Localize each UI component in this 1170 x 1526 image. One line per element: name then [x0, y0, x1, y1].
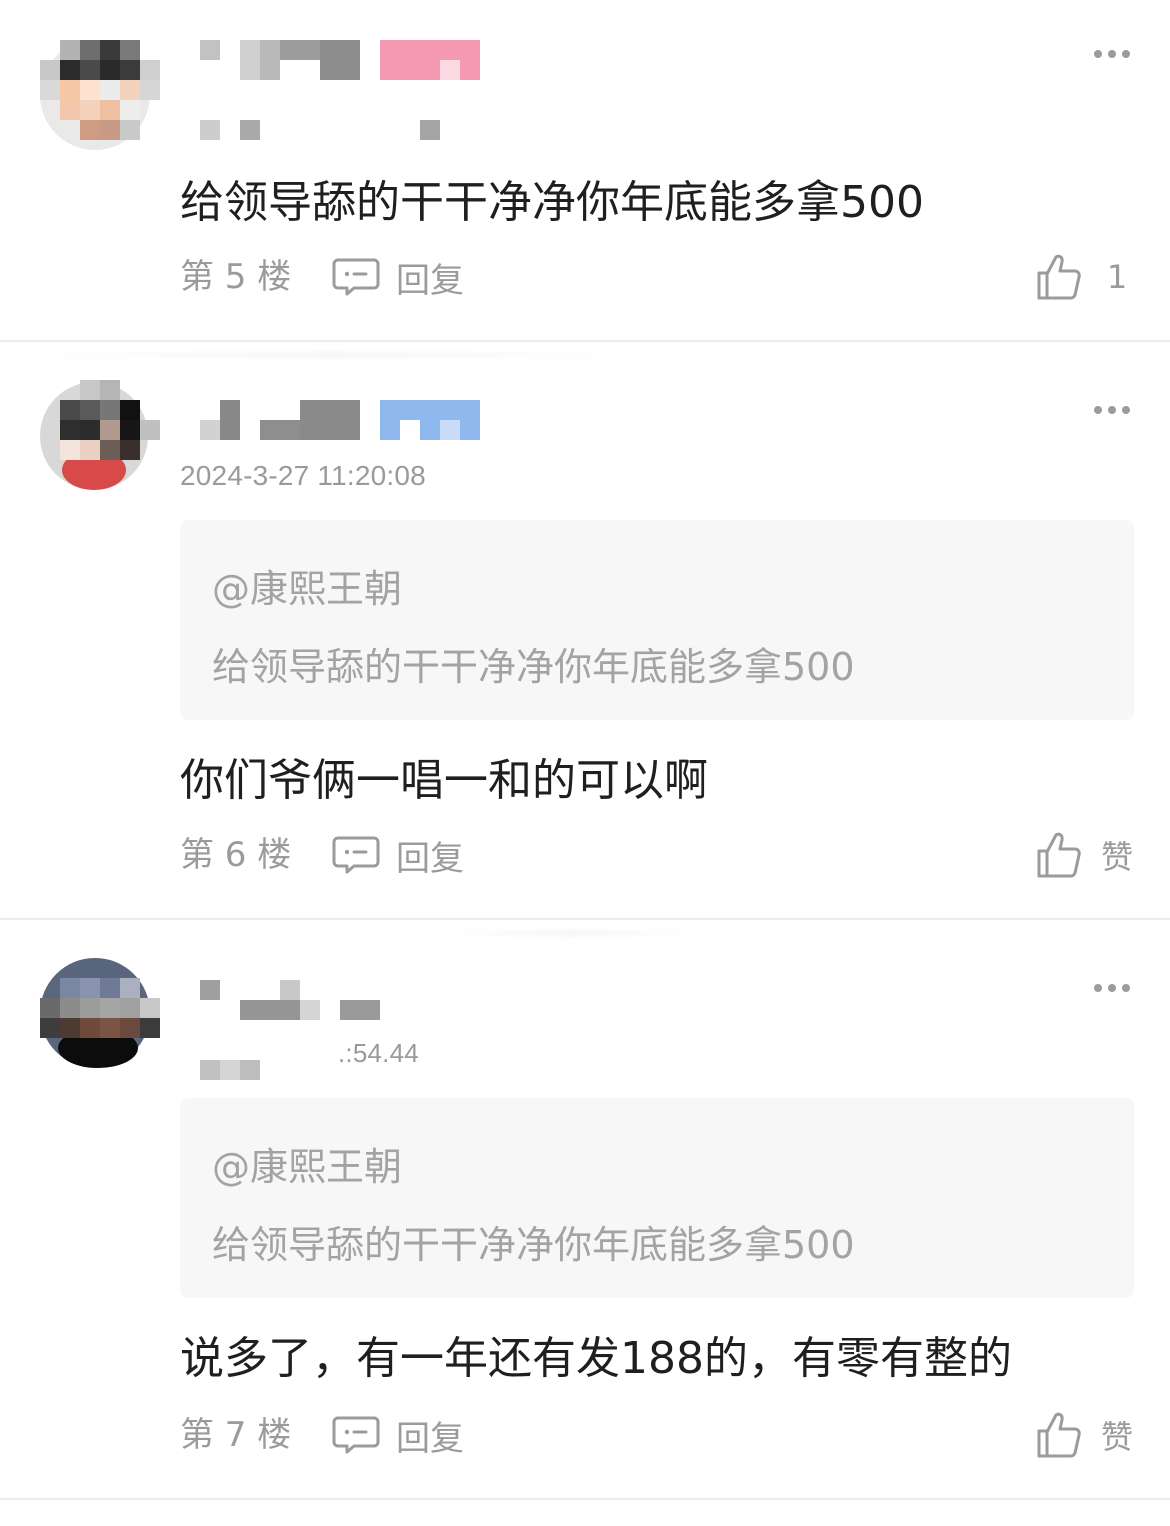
comment-actions: 第 6 楼 回复 赞	[180, 830, 1134, 880]
avatar[interactable]	[40, 380, 160, 490]
like-label: 赞	[1100, 838, 1133, 876]
like-button[interactable]: 赞	[1036, 826, 1134, 884]
comment-item: .:54.44 @康熙王朝 给领导舔的干干净净你年底能多拿500 说多了，有一年…	[0, 920, 1170, 1500]
more-dots-icon	[1094, 984, 1102, 992]
floor-number: 第 7 楼	[180, 1415, 292, 1455]
like-button[interactable]: 赞	[1036, 1406, 1134, 1464]
quoted-comment[interactable]: @康熙王朝 给领导舔的干干净净你年底能多拿500	[180, 1098, 1134, 1298]
post-timestamp: .:54.44	[338, 1038, 419, 1068]
reply-button[interactable]: 回复	[332, 830, 464, 880]
quoted-text: 给领导舔的干干净净你年底能多拿500	[212, 1223, 855, 1267]
more-options-button[interactable]	[1094, 48, 1130, 60]
comment-item: 2024-3-27 11:20:08 @康熙王朝 给领导舔的干干净净你年底能多拿…	[0, 342, 1170, 918]
comment-bubble-icon	[332, 258, 380, 296]
comment-actions: 第 7 楼 回复 赞	[180, 1410, 1134, 1460]
more-options-button[interactable]	[1094, 982, 1130, 994]
comment-item: 给领导舔的干干净净你年底能多拿500 第 5 楼 回复 1	[0, 0, 1170, 340]
quoted-username[interactable]: @康熙王朝	[212, 558, 402, 613]
comment-bubble-icon	[332, 836, 380, 874]
comment-bubble-icon	[332, 1416, 380, 1454]
like-label: 赞	[1100, 1418, 1133, 1456]
reply-label: 回复	[396, 1418, 464, 1459]
more-options-button[interactable]	[1094, 404, 1130, 416]
comment-text: 说多了，有一年还有发188的，有零有整的	[180, 1333, 1012, 1384]
thumbs-up-icon	[1037, 1412, 1081, 1458]
quoted-text: 给领导舔的干干净净你年底能多拿500	[212, 645, 855, 689]
reply-label: 回复	[396, 260, 464, 301]
user-level-badge	[380, 400, 480, 440]
floor-number: 第 6 楼	[180, 835, 292, 875]
like-button[interactable]: 1	[1036, 248, 1134, 306]
avatar[interactable]	[40, 958, 160, 1068]
comment-text: 你们爷俩一唱一和的可以啊	[180, 755, 708, 806]
comment-text: 给领导舔的干干净净你年底能多拿500	[180, 177, 924, 228]
post-timestamp: 2024-3-27 11:20:08	[180, 460, 426, 491]
more-dots-icon	[1094, 50, 1102, 58]
thumbs-up-icon	[1037, 832, 1081, 878]
floor-number: 第 5 楼	[180, 257, 292, 297]
reply-button[interactable]: 回复	[332, 1410, 464, 1460]
comment-divider	[0, 1498, 1170, 1500]
more-dots-icon	[1094, 406, 1102, 414]
reply-button[interactable]: 回复	[332, 252, 464, 302]
comment-actions: 第 5 楼 回复 1	[180, 252, 1134, 302]
user-level-badge	[380, 40, 480, 80]
quoted-comment[interactable]: @康熙王朝 给领导舔的干干净净你年底能多拿500	[180, 520, 1134, 720]
thumbs-up-icon	[1037, 254, 1081, 300]
avatar[interactable]	[40, 40, 160, 150]
like-count: 1	[1106, 258, 1128, 296]
reply-label: 回复	[396, 838, 464, 879]
quoted-username[interactable]: @康熙王朝	[212, 1136, 402, 1191]
